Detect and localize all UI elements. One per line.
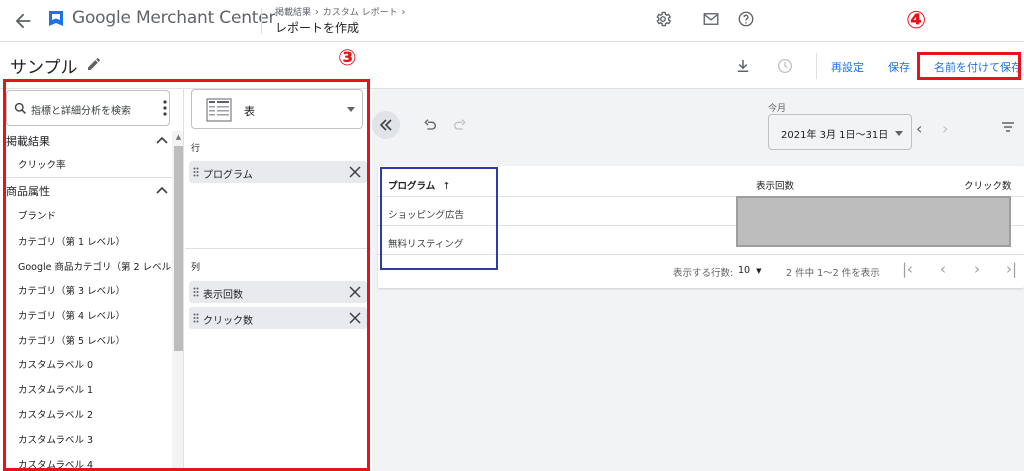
table-chart-icon — [206, 98, 232, 122]
drag-handle-icon[interactable] — [193, 287, 199, 297]
reset-button[interactable]: 再設定 — [831, 59, 864, 75]
column-chip[interactable]: クリック数 — [189, 307, 367, 329]
report-toolbar: サンプル 再設定 保存 名前を付けて保存 — [0, 43, 1024, 89]
field-item[interactable]: Google 商品カテゴリ（第 2 レベル） — [18, 259, 181, 273]
mail-icon[interactable] — [702, 10, 720, 28]
breadcrumb-item-custom-reports[interactable]: カスタム レポート — [323, 8, 398, 18]
next-page-icon[interactable]: › — [974, 260, 980, 278]
search-icon — [14, 102, 27, 115]
product-name: Google Merchant Center — [72, 8, 276, 28]
program-column-highlight-box — [380, 167, 498, 270]
dropdown-caret-icon: ▼ — [756, 267, 762, 275]
column-chip[interactable]: 表示回数 — [189, 281, 367, 303]
rows-section-label: 行 — [191, 144, 201, 154]
breadcrumb: 掲載結果 › カスタム レポート › — [275, 5, 407, 18]
close-icon[interactable] — [349, 166, 361, 178]
drag-handle-icon[interactable] — [193, 167, 199, 177]
close-icon[interactable] — [349, 286, 361, 298]
field-item[interactable]: カスタムラベル 4 — [18, 457, 93, 471]
more-vert-icon[interactable] — [163, 100, 167, 116]
breadcrumb-item-performance[interactable]: 掲載結果 — [275, 8, 311, 18]
back-arrow-icon[interactable] — [12, 10, 34, 32]
field-item[interactable]: クリック率 — [18, 157, 66, 171]
group-divider — [0, 177, 172, 178]
report-name: サンプル — [10, 58, 78, 78]
edit-pencil-icon[interactable] — [86, 56, 102, 72]
top-app-bar: Google Merchant Center 掲載結果 › カスタム レポート … — [0, 0, 1024, 42]
field-group-product-attributes[interactable]: 商品属性 — [6, 183, 50, 199]
chevron-up-icon[interactable] — [155, 135, 169, 145]
column-header-clicks[interactable]: クリック数 — [964, 178, 1012, 192]
field-item[interactable]: カテゴリ（第 4 レベル） — [18, 308, 125, 322]
drag-handle-icon[interactable] — [193, 313, 199, 323]
dropdown-caret-icon — [895, 131, 903, 136]
pagination-range: 2 件中 1～2 件を表示 — [786, 268, 880, 279]
visualization-select[interactable]: 表 — [191, 89, 363, 129]
section-divider — [185, 248, 371, 249]
column-chip-label: 表示回数 — [203, 290, 243, 301]
first-page-icon[interactable]: |‹ — [902, 260, 913, 278]
filter-icon[interactable] — [1001, 121, 1015, 133]
field-item[interactable]: カスタムラベル 1 — [18, 382, 93, 396]
next-period-icon[interactable]: › — [942, 119, 948, 138]
field-item[interactable]: カテゴリ（第 1 レベル） — [18, 234, 125, 248]
last-page-icon[interactable]: ›| — [1006, 260, 1017, 278]
toolbar-divider — [816, 53, 817, 79]
save-as-highlight-box — [917, 52, 1021, 80]
search-placeholder: 指標と詳細分析を検索 — [31, 106, 131, 117]
dropdown-caret-icon — [347, 107, 355, 112]
double-chevron-left-icon — [379, 119, 392, 131]
row-chip-label: プログラム — [203, 170, 253, 181]
columns-section-label: 列 — [191, 263, 201, 273]
scroll-up-arrow-icon[interactable]: ▲ — [174, 133, 183, 141]
gear-icon[interactable] — [654, 10, 672, 28]
collapse-panel-button[interactable] — [372, 111, 400, 139]
field-item[interactable]: カテゴリ（第 5 レベル） — [18, 333, 125, 347]
rows-per-page-label: 表示する行数: — [673, 268, 734, 279]
merchant-center-logo-icon — [49, 11, 63, 26]
download-icon[interactable] — [734, 57, 752, 75]
rows-per-page-select[interactable]: 10 ▼ — [738, 265, 762, 276]
field-item[interactable]: カテゴリ（第 3 レベル） — [18, 283, 125, 297]
previous-period-icon[interactable]: ‹ — [916, 119, 922, 138]
save-button[interactable]: 保存 — [888, 59, 910, 75]
breadcrumb-separator-icon: › — [401, 7, 406, 18]
visualization-label: 表 — [244, 105, 255, 118]
undo-icon[interactable] — [422, 117, 438, 133]
annotation-marker-3: ③ — [338, 46, 357, 71]
chevron-up-icon[interactable] — [155, 185, 169, 195]
header-divider — [261, 8, 262, 34]
field-item[interactable]: カスタムラベル 0 — [18, 357, 93, 371]
column-chip-label: クリック数 — [203, 316, 253, 327]
metric-search-field[interactable]: 指標と詳細分析を検索 — [6, 90, 170, 126]
layout-panel: 表 行 プログラム 列 表示回数 クリック数 — [185, 89, 371, 471]
annotation-marker-4: ④ — [906, 6, 927, 34]
close-icon[interactable] — [349, 312, 361, 324]
previous-page-icon[interactable]: ‹ — [940, 260, 946, 278]
page-title: レポートを作成 — [275, 21, 360, 35]
report-preview-panel: 今月 2021年 3月 1日～31日 ‹ › プログラム ↑ 表示回数 クリック… — [372, 89, 1024, 471]
date-range-value: 2021年 3月 1日～31日 — [781, 130, 889, 141]
fields-scrollbar-thumb[interactable] — [174, 146, 183, 351]
row-chip[interactable]: プログラム — [189, 161, 367, 183]
field-item[interactable]: カスタムラベル 2 — [18, 407, 93, 421]
redo-icon[interactable] — [452, 117, 468, 133]
field-item[interactable]: ブランド — [18, 208, 56, 222]
date-range-label: 今月 — [768, 104, 787, 114]
field-group-performance[interactable]: 掲載結果 — [6, 133, 50, 149]
date-range-select[interactable]: 2021年 3月 1日～31日 — [768, 114, 912, 150]
help-icon[interactable] — [737, 10, 755, 28]
fields-panel: 指標と詳細分析を検索 掲載結果 クリック率 商品属性 ブランド カテゴリ（第 1… — [0, 89, 184, 471]
column-header-impressions[interactable]: 表示回数 — [756, 178, 794, 192]
redacted-values-block — [736, 196, 1011, 247]
field-item[interactable]: カスタムラベル 3 — [18, 432, 93, 446]
schedule-clock-icon[interactable] — [776, 57, 794, 75]
breadcrumb-separator-icon: › — [314, 7, 319, 18]
